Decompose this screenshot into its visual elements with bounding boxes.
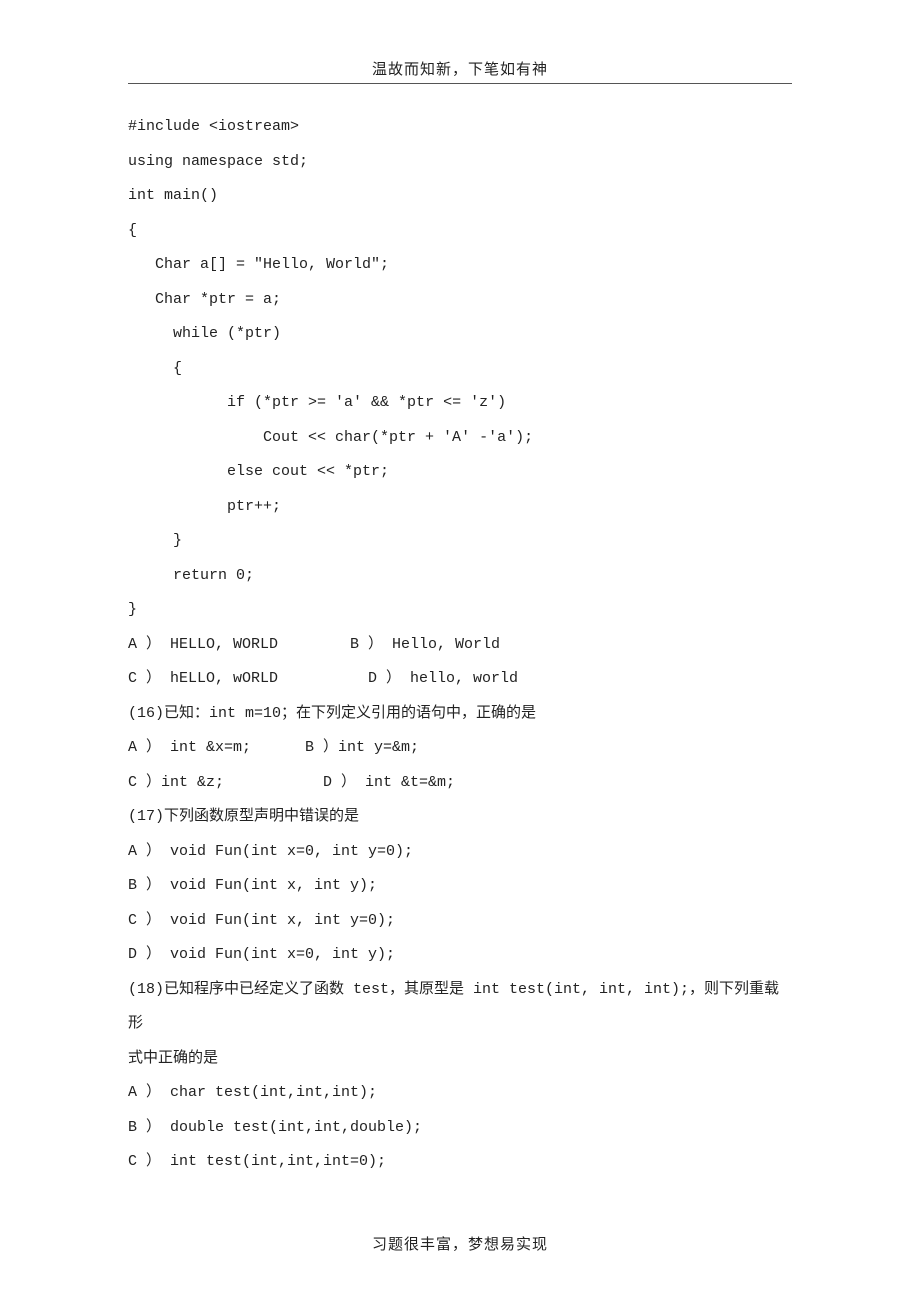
code-line: return 0; (128, 559, 792, 594)
question-line: (16)已知：int m=10；在下列定义引用的语句中，正确的是 (128, 697, 792, 732)
option-line: A ） HELLO, WORLD B ） Hello, World (128, 628, 792, 663)
page-header: 温故而知新，下笔如有神 (128, 58, 792, 79)
code-line: } (128, 593, 792, 628)
code-line: { (128, 352, 792, 387)
option-line: C ）int &z; D ） int &t=&m; (128, 766, 792, 801)
document-page: 温故而知新，下笔如有神 #include <iostream>using nam… (0, 0, 920, 1302)
option-line: C ） hELLO, wORLD D ） hello, world (128, 662, 792, 697)
option-line: B ） double test(int,int,double); (128, 1111, 792, 1146)
document-content: #include <iostream>using namespace std;i… (128, 110, 792, 1180)
code-line: Cout << char(*ptr + 'A' -'a'); (128, 421, 792, 456)
code-line: int main() (128, 179, 792, 214)
option-line: C ） void Fun(int x, int y=0); (128, 904, 792, 939)
code-line: } (128, 524, 792, 559)
question-line: (18)已知程序中已经定义了函数 test，其原型是 int test(int,… (128, 973, 792, 1042)
code-line: using namespace std; (128, 145, 792, 180)
page-footer: 习题很丰富，梦想易实现 (0, 1233, 920, 1254)
code-line: #include <iostream> (128, 110, 792, 145)
code-line: if (*ptr >= 'a' && *ptr <= 'z') (128, 386, 792, 421)
code-line: else cout << *ptr; (128, 455, 792, 490)
code-line: Char a[] = "Hello, World"; (128, 248, 792, 283)
option-line: C ） int test(int,int,int=0); (128, 1145, 792, 1180)
option-line: A ） char test(int,int,int); (128, 1076, 792, 1111)
code-line: ptr++; (128, 490, 792, 525)
option-line: A ） void Fun(int x=0, int y=0); (128, 835, 792, 870)
question-line: 式中正确的是 (128, 1042, 792, 1077)
option-line: A ） int &x=m; B ）int y=&m; (128, 731, 792, 766)
header-divider (128, 83, 792, 84)
question-line: (17)下列函数原型声明中错误的是 (128, 800, 792, 835)
option-line: B ） void Fun(int x, int y); (128, 869, 792, 904)
code-line: { (128, 214, 792, 249)
option-line: D ） void Fun(int x=0, int y); (128, 938, 792, 973)
code-line: while (*ptr) (128, 317, 792, 352)
code-line: Char *ptr = a; (128, 283, 792, 318)
